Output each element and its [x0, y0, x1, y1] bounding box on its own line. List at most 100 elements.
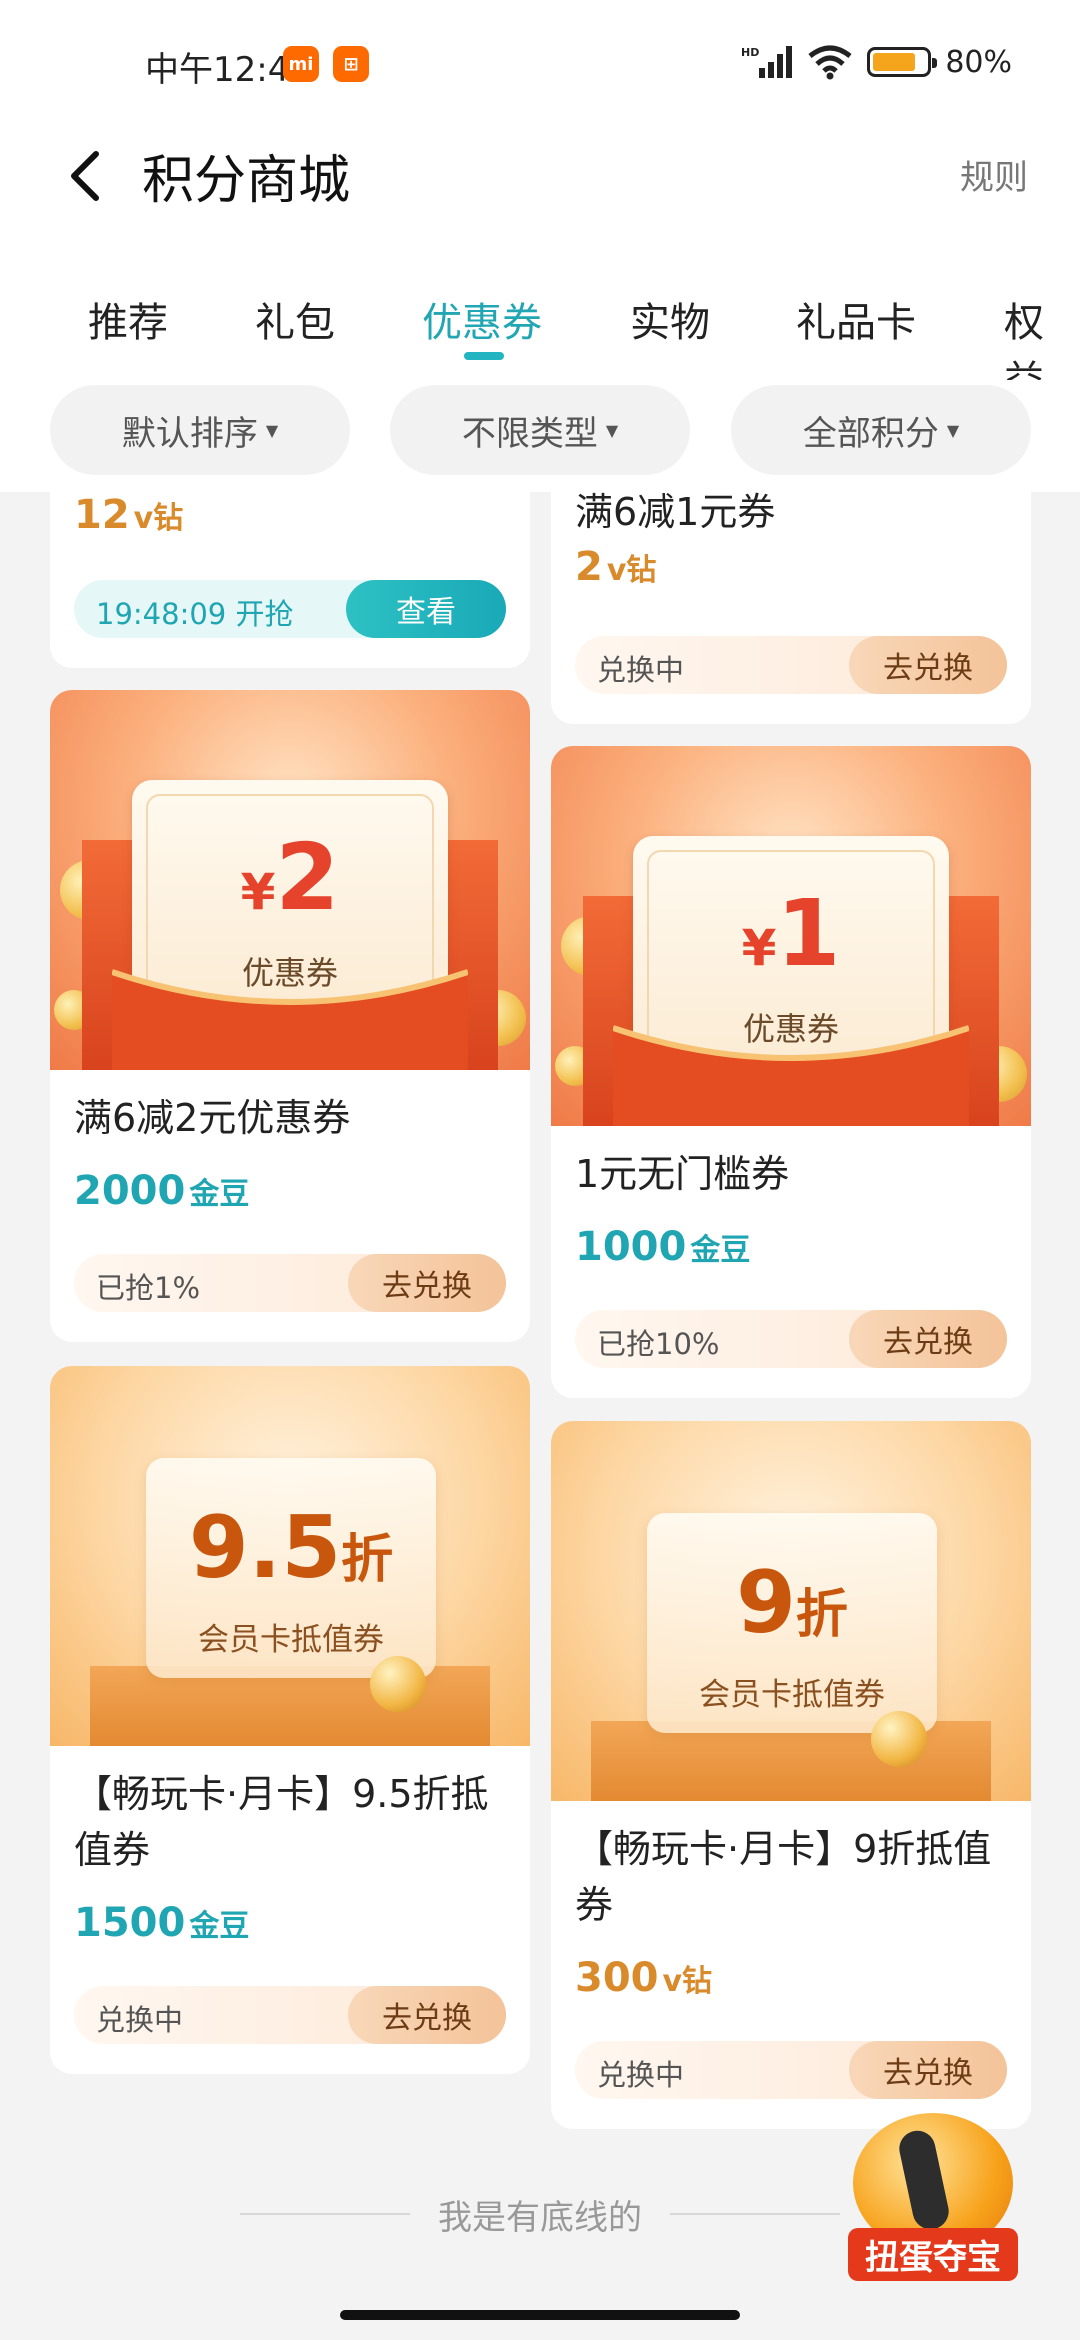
price-value: 2000 [74, 1168, 186, 1214]
product-name: 满6减2元优惠券 [74, 1096, 351, 1140]
svg-text:HD: HD [741, 46, 759, 59]
price-unit: 金豆 [690, 1233, 751, 1268]
tab-recommend[interactable]: 推荐 [88, 290, 168, 348]
footer-divider [670, 2213, 840, 2215]
wifi-icon [808, 45, 852, 80]
product-card[interactable]: ¥2 优惠券 满6减2元优惠券 2000 金豆 已抢1% 去兑换 [50, 690, 530, 1342]
exchange-button[interactable]: 去兑换 [348, 1254, 506, 1312]
product-price: 2000 金豆 [74, 1168, 249, 1214]
points-filter[interactable]: 全部积分 ▼ [731, 385, 1031, 475]
status-text: 兑换中 [597, 2058, 685, 2092]
exchange-status-pill: 兑换中 去兑换 [74, 1986, 506, 2044]
price-unit: 金豆 [189, 1177, 250, 1212]
exchange-status-pill: 兑换中 去兑换 [575, 636, 1007, 694]
product-price: 1500 金豆 [74, 1900, 249, 1946]
exchange-status-pill: 已抢1% 去兑换 [74, 1254, 506, 1312]
discount-label: 会员卡抵值券 [198, 1622, 384, 1658]
discount-label: 会员卡抵值券 [699, 1677, 885, 1713]
header: 积分商城 规则 [0, 120, 1080, 260]
coupon-ticket: 9.5折 会员卡抵值券 [146, 1458, 436, 1678]
price-unit: v钻 [606, 553, 657, 588]
envelope-front [112, 969, 468, 1070]
type-filter-label: 不限类型 [461, 413, 598, 454]
category-tabs: 推荐 礼包 优惠券 实物 礼品卡 权益 [0, 260, 1080, 404]
page-title: 积分商城 [142, 151, 351, 211]
status-text: 已抢1% [96, 1271, 201, 1305]
app-notification-icon: ⊞ [333, 46, 369, 82]
coupon-image: ¥1 优惠券 [551, 746, 1031, 1126]
battery-fill [873, 53, 915, 71]
price-value: 1000 [575, 1224, 687, 1270]
status-text: 兑换中 [96, 2003, 184, 2037]
tab-gift-card[interactable]: 礼品卡 [796, 290, 916, 348]
status-text: 已抢10% [597, 1327, 720, 1361]
exchange-button[interactable]: 去兑换 [348, 1986, 506, 2044]
product-card[interactable]: 9折 会员卡抵值券 【畅玩卡·月卡】9折抵值券 300 v钻 兑换中 去兑换 [551, 1421, 1031, 2129]
coupon-amount: ¥2 [240, 824, 340, 931]
rules-link[interactable]: 规则 [960, 150, 1028, 199]
mi-app-icon: mi [283, 46, 319, 82]
caret-down-icon: ▼ [265, 420, 279, 440]
tab-coupons[interactable]: 优惠券 [422, 290, 542, 348]
coupon-image: 9折 会员卡抵值券 [551, 1421, 1031, 1801]
price-unit: v钻 [133, 501, 184, 536]
tab-gift-pack[interactable]: 礼包 [255, 290, 335, 348]
home-indicator[interactable] [340, 2310, 740, 2320]
points-filter-label: 全部积分 [802, 413, 939, 454]
exchange-status-pill: 兑换中 去兑换 [575, 2041, 1007, 2099]
product-card[interactable]: ¥1 优惠券 1元无门槛券 1000 金豆 已抢10% 去兑换 [551, 746, 1031, 1398]
coupon-ticket: 9折 会员卡抵值券 [647, 1513, 937, 1733]
exchange-button[interactable]: 去兑换 [849, 636, 1007, 694]
active-tab-indicator [464, 352, 504, 360]
gift-box [591, 1721, 991, 1801]
product-price: 12 v钻 [74, 492, 183, 538]
view-button[interactable]: 查看 [346, 580, 506, 638]
price-unit: 金豆 [189, 1909, 250, 1944]
product-price: 1000 金豆 [575, 1224, 750, 1270]
product-card[interactable]: 9.5折 会员卡抵值券 【畅玩卡·月卡】9.5折抵值券 1500 金豆 兑换中 … [50, 1366, 530, 2074]
countdown-text: 19:48:09 开抢 [96, 597, 294, 631]
status-text: 兑换中 [597, 653, 685, 687]
discount-value: 9.5折 [188, 1498, 394, 1598]
battery-icon [867, 47, 938, 77]
exchange-button[interactable]: 去兑换 [849, 2041, 1007, 2099]
price-value: 12 [74, 492, 130, 538]
tab-physical[interactable]: 实物 [630, 290, 710, 348]
sort-filter-label: 默认排序 [121, 413, 258, 454]
coupon-image: 9.5折 会员卡抵值券 [50, 1366, 530, 1746]
coupon-image: ¥2 优惠券 [50, 690, 530, 1070]
gacha-float-button[interactable]: 扭蛋夺宝 [848, 2108, 1018, 2281]
price-value: 300 [575, 1955, 659, 2001]
gift-box [90, 1666, 490, 1746]
signal-icon: HD [741, 46, 793, 78]
product-name: 【畅玩卡·月卡】9.5折抵值券 [74, 1772, 489, 1872]
type-filter[interactable]: 不限类型 ▼ [390, 385, 690, 475]
gold-ball [370, 1656, 426, 1712]
gold-ball [871, 1711, 927, 1767]
exchange-status-pill: 已抢10% 去兑换 [575, 1310, 1007, 1368]
envelope-front [613, 1025, 969, 1126]
sort-filter[interactable]: 默认排序 ▼ [50, 385, 350, 475]
caret-down-icon: ▼ [605, 420, 619, 440]
price-value: 2 [575, 544, 603, 590]
status-right: HD 80% [741, 44, 1012, 80]
back-arrow-icon[interactable] [66, 146, 106, 206]
price-unit: v钻 [662, 1964, 713, 1999]
product-card[interactable]: 12 v钻 19:48:09 开抢 查看 [50, 492, 530, 668]
product-name: 1元无门槛券 [575, 1152, 790, 1196]
discount-value: 9折 [736, 1553, 848, 1653]
product-price: 300 v钻 [575, 1955, 712, 2001]
product-name: 【畅玩卡·月卡】9折抵值券 [575, 1827, 992, 1927]
exchange-button[interactable]: 去兑换 [849, 1310, 1007, 1368]
coupon-amount: ¥1 [741, 880, 841, 987]
filter-bar: 默认排序 ▼ 不限类型 ▼ 全部积分 ▼ [0, 380, 1080, 492]
product-name: 满6减1元券 [575, 492, 776, 534]
gacha-label: 扭蛋夺宝 [848, 2228, 1018, 2281]
price-value: 1500 [74, 1900, 186, 1946]
countdown-pill: 19:48:09 开抢 查看 [74, 580, 506, 638]
product-card[interactable]: 满6减1元券 2 v钻 兑换中 去兑换 [551, 492, 1031, 724]
battery-percent: 80% [945, 44, 1012, 80]
caret-down-icon: ▼ [946, 420, 960, 440]
product-price: 2 v钻 [575, 544, 656, 590]
status-bar: 中午12:41 mi ⊞ HD 80% [0, 0, 1080, 120]
